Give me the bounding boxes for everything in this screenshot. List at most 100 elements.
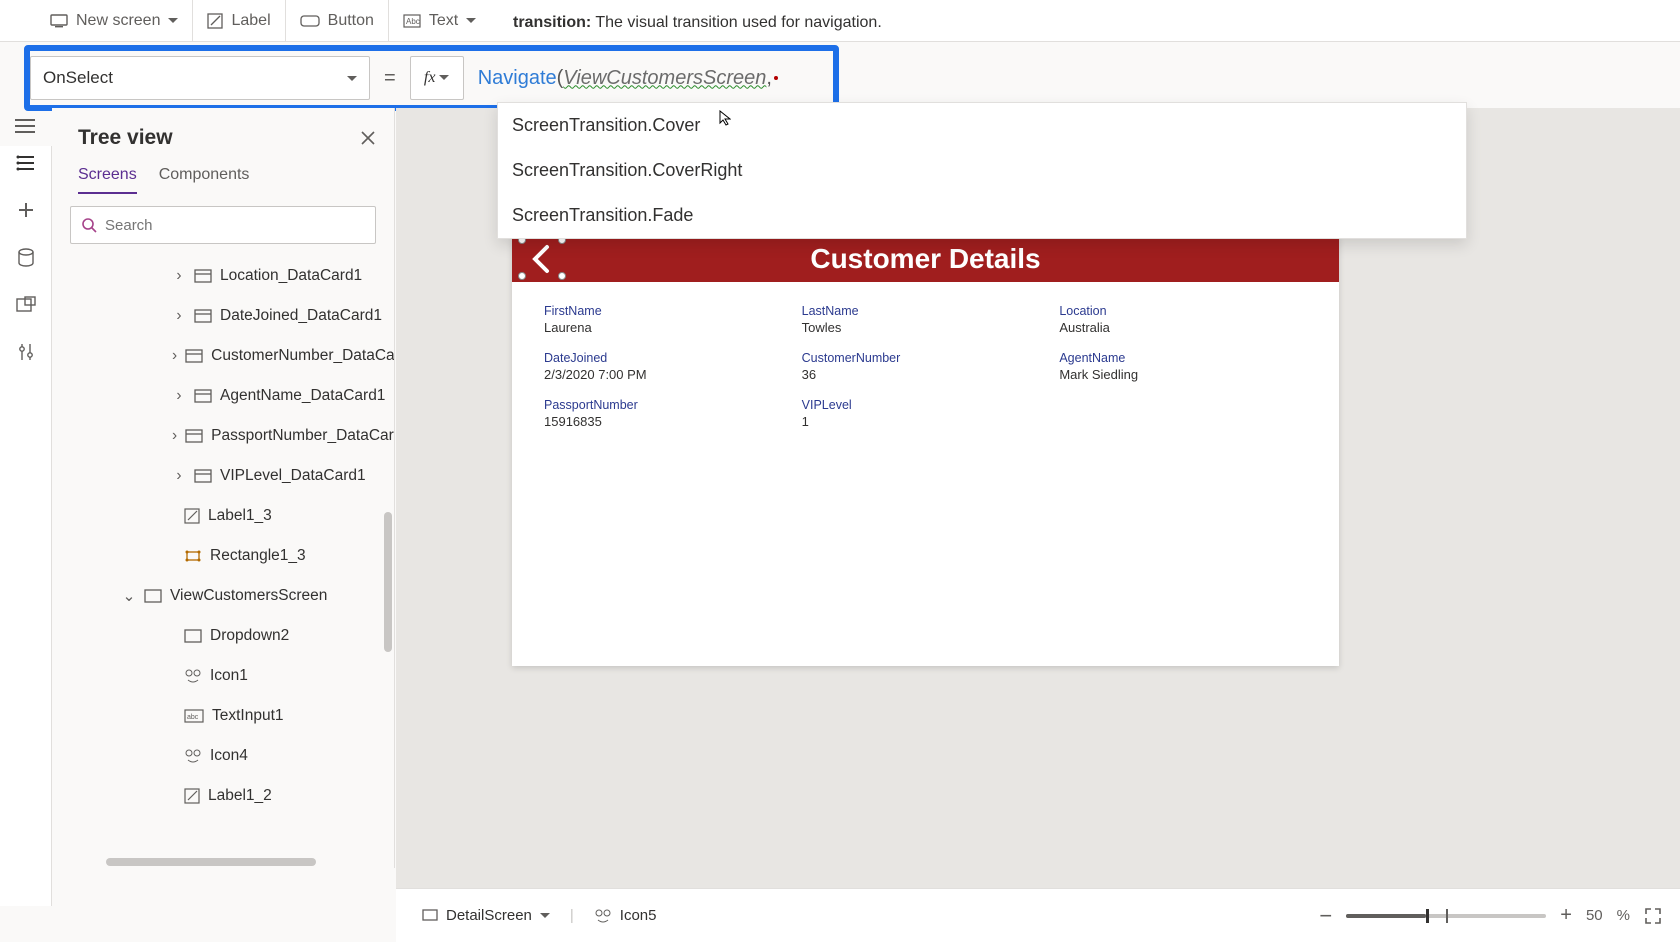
error-dot-icon: [774, 76, 778, 80]
insert-text-menu[interactable]: Abc Text: [389, 0, 490, 41]
breadcrumb-selection[interactable]: Icon5: [586, 903, 665, 928]
tree-node-label: Icon4: [210, 747, 248, 765]
tree-node-label: VIPLevel_DataCard1: [220, 467, 366, 485]
tree-node[interactable]: › CustomerNumber_DataCard1: [52, 336, 394, 376]
field-label: LastName: [802, 304, 1050, 318]
search-icon: [81, 217, 97, 233]
zoom-slider-thumb[interactable]: [1426, 909, 1429, 923]
data-icon[interactable]: [17, 248, 35, 268]
tree-node[interactable]: Label1_2: [52, 776, 394, 812]
form-field: CustomerNumber36: [802, 351, 1050, 382]
new-screen-menu[interactable]: New screen: [36, 0, 193, 41]
form-field: LocationAustralia: [1059, 304, 1307, 335]
tree-node[interactable]: › VIPLevel_DataCard1: [52, 456, 394, 496]
chevron-left-icon: [530, 244, 554, 274]
tree-node[interactable]: ›DateJoined_DataCard1: [52, 296, 394, 336]
insert-icon[interactable]: [16, 200, 36, 220]
insert-text-label: Text: [429, 12, 458, 30]
formula-input[interactable]: Navigate(ViewCustomersScreen,: [478, 56, 778, 100]
field-label: DateJoined: [544, 351, 792, 365]
form-field: LastNameTowles: [802, 304, 1050, 335]
tab-screens[interactable]: Screens: [78, 166, 137, 194]
property-selector[interactable]: OnSelect: [30, 56, 370, 100]
expand-chevron-icon[interactable]: ›: [172, 387, 186, 405]
tree-node[interactable]: › Location_DataCard1: [52, 256, 394, 296]
fx-button[interactable]: fx: [410, 56, 464, 100]
close-icon[interactable]: [360, 130, 376, 146]
expand-chevron-icon[interactable]: ›: [172, 347, 177, 365]
expand-chevron-icon[interactable]: ›: [172, 307, 186, 325]
icon-icon: [594, 908, 612, 924]
selected-back-icon[interactable]: [520, 238, 564, 278]
treeview-icon[interactable]: [16, 154, 36, 172]
search-field[interactable]: [105, 217, 365, 234]
card-icon: [185, 429, 203, 443]
tree-node[interactable]: ›PassportNumber_DataCard1: [52, 416, 394, 456]
insert-label-button[interactable]: Label: [193, 0, 285, 41]
field-label: FirstName: [544, 304, 792, 318]
expand-chevron-icon[interactable]: ⌄: [122, 587, 136, 606]
text-icon: abc: [184, 709, 204, 723]
breadcrumb-screen[interactable]: DetailScreen: [414, 903, 558, 928]
tree-node-label: Label1_3: [208, 507, 272, 525]
tree-node[interactable]: ›AgentName_DataCard1: [52, 376, 394, 416]
tree-node-label: TextInput1: [212, 707, 284, 725]
chevron-down-icon: [347, 68, 357, 88]
selection-handle[interactable]: [518, 272, 526, 280]
screen-icon: [144, 589, 162, 603]
zoom-slider[interactable]: [1346, 914, 1546, 918]
screen-icon: [422, 908, 438, 924]
form-grid: FirstName Laurena LastNameTowles LocationAu…: [512, 282, 1339, 461]
selection-handle[interactable]: [558, 272, 566, 280]
field-value: Australia: [1059, 320, 1307, 335]
rect-icon: [184, 549, 202, 563]
tree-node-label: CustomerNumber_DataCard1: [211, 347, 394, 365]
property-value: OnSelect: [43, 68, 113, 88]
breadcrumb-selection-label: Icon5: [620, 907, 657, 924]
autocomplete-item[interactable]: ScreenTransition.Fade: [498, 193, 1466, 238]
expand-chevron-icon[interactable]: ›: [172, 267, 186, 285]
hscrollbar-thumb[interactable]: [106, 858, 316, 866]
tree-node[interactable]: abc TextInput1: [52, 696, 394, 736]
help-param: transition:: [513, 14, 591, 31]
search-input[interactable]: [70, 206, 376, 244]
screen-icon: [184, 629, 202, 643]
app-preview[interactable]: Customer Details FirstName Laurena LastNam…: [512, 236, 1339, 666]
zoom-out-button[interactable]: −: [1319, 903, 1332, 929]
media-icon[interactable]: [16, 296, 36, 314]
insert-button-text: Button: [328, 12, 374, 30]
screen-icon: [50, 14, 68, 28]
tree-node[interactable]: Label1_3: [52, 496, 394, 536]
fit-to-screen-icon[interactable]: [1644, 907, 1662, 925]
expand-chevron-icon[interactable]: ›: [172, 467, 186, 485]
insert-button-button[interactable]: Button: [286, 0, 389, 41]
autocomplete-item[interactable]: ScreenTransition.Cover: [498, 103, 1466, 148]
scrollbar-thumb[interactable]: [384, 512, 392, 652]
form-field: AgentNameMark Siedling: [1059, 351, 1307, 382]
tab-components[interactable]: Components: [159, 166, 250, 194]
chevron-down-icon: [466, 12, 476, 30]
form-field: FirstName Laurena: [544, 304, 792, 335]
tree-list[interactable]: › Location_DataCard1 ›DateJoined_DataCard1…: [52, 252, 394, 812]
autocomplete-item[interactable]: ScreenTransition.CoverRight: [498, 148, 1466, 193]
form-field: PassportNumber15916835: [544, 398, 792, 429]
tree-node[interactable]: Dropdown2: [52, 616, 394, 656]
tree-node[interactable]: ⌄ViewCustomersScreen: [52, 576, 394, 616]
tree-node[interactable]: Rectangle1_3: [52, 536, 394, 576]
tree-node[interactable]: Icon1: [52, 656, 394, 696]
advanced-tools-icon[interactable]: [17, 342, 35, 362]
formula-autocomplete: ScreenTransition.Cover ScreenTransition.…: [497, 102, 1467, 239]
chevron-down-icon: [439, 69, 449, 87]
chevron-down-icon: [540, 907, 550, 924]
zoom-in-button[interactable]: +: [1560, 904, 1572, 927]
app-title: Customer Details: [810, 243, 1040, 275]
tree-node[interactable]: Icon4: [52, 736, 394, 776]
hamburger-icon[interactable]: [14, 118, 36, 134]
field-value: Laurena: [544, 320, 792, 335]
form-field: DateJoined2/3/2020 7:00 PM: [544, 351, 792, 382]
tree-node-label: Location_DataCard1: [220, 267, 362, 285]
button-icon: [300, 14, 320, 28]
expand-chevron-icon[interactable]: ›: [172, 427, 177, 445]
app-header: Customer Details: [512, 236, 1339, 282]
tree-node-label: Rectangle1_3: [210, 547, 306, 565]
